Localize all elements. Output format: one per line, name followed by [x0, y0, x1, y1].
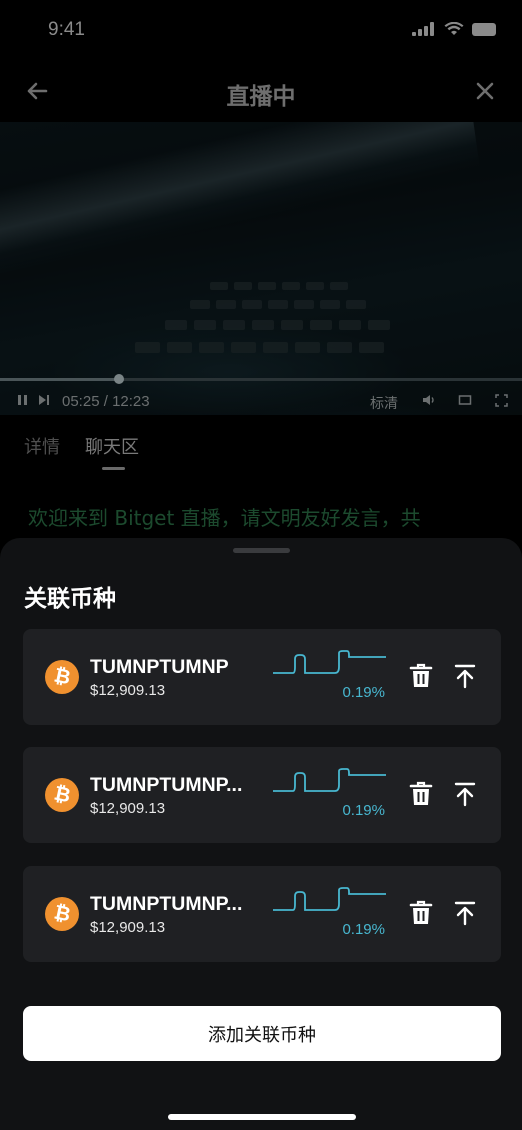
video-time-separator: / [103, 393, 108, 410]
status-bar: 9:41 [0, 0, 522, 60]
fullscreen-icon[interactable] [495, 394, 508, 407]
signal-icon [412, 22, 434, 36]
coin-card: ₿ TUMNPTUMNP $12,909.13 0.19% [23, 629, 501, 725]
wifi-icon [444, 22, 464, 35]
video-quality-button[interactable]: 标清 [370, 393, 398, 413]
sparkline-icon [273, 887, 386, 911]
next-icon[interactable] [38, 394, 50, 406]
bitcoin-icon: ₿ [45, 897, 79, 931]
sparkline-icon [273, 650, 386, 674]
bitcoin-icon: ₿ [45, 778, 79, 812]
video-current-time: 05:25 [62, 393, 100, 410]
coin-price: $12,909.13 [90, 919, 166, 936]
coin-symbol: TUMNPTUMNP [90, 656, 229, 678]
home-indicator [168, 1114, 356, 1120]
sparkline-icon [273, 768, 386, 792]
delete-icon[interactable] [409, 781, 433, 807]
delete-icon[interactable] [409, 900, 433, 926]
coin-card: ₿ TUMNPTUMNP... $12,909.13 0.19% [23, 866, 501, 962]
tab-active-indicator [102, 467, 125, 470]
coin-change: 0.19% [342, 684, 385, 701]
video-controls: 05:25 / 12:23 标清 [0, 390, 522, 412]
video-duration: 12:23 [112, 393, 150, 410]
nav-bar: 直播中 [0, 60, 522, 122]
pin-to-top-icon[interactable] [453, 781, 477, 807]
coin-change: 0.19% [342, 802, 385, 819]
coin-price: $12,909.13 [90, 800, 166, 817]
pause-icon[interactable] [17, 394, 29, 406]
tab-chat[interactable]: 聊天区 [85, 433, 139, 459]
close-icon[interactable] [472, 78, 498, 104]
battery-icon [472, 22, 496, 36]
sheet-drag-handle[interactable] [233, 548, 290, 553]
coin-symbol: TUMNPTUMNP... [90, 893, 243, 915]
video-dim-overlay [0, 122, 522, 415]
status-icons [412, 22, 498, 36]
pin-to-top-icon[interactable] [453, 900, 477, 926]
coin-price: $12,909.13 [90, 682, 166, 699]
coin-card: ₿ TUMNPTUMNP... $12,909.13 0.19% [23, 747, 501, 843]
add-related-coin-button[interactable]: 添加关联币种 [23, 1006, 501, 1061]
coin-change: 0.19% [342, 921, 385, 938]
content-tabs: 详情 聊天区 [0, 415, 522, 475]
volume-icon[interactable] [422, 394, 436, 406]
pip-icon[interactable] [458, 394, 472, 406]
video-player[interactable]: 05:25 / 12:23 标清 [0, 122, 522, 415]
status-time: 9:41 [48, 19, 85, 40]
tab-details[interactable]: 详情 [24, 433, 60, 459]
coin-symbol: TUMNPTUMNP... [90, 774, 243, 796]
delete-icon[interactable] [409, 663, 433, 689]
video-time: 05:25 / 12:23 [62, 393, 150, 410]
video-progress-fill [0, 378, 120, 381]
sheet-title: 关联币种 [24, 586, 116, 612]
pin-to-top-icon[interactable] [453, 663, 477, 689]
bitcoin-icon: ₿ [45, 660, 79, 694]
page-title: 直播中 [226, 84, 296, 110]
